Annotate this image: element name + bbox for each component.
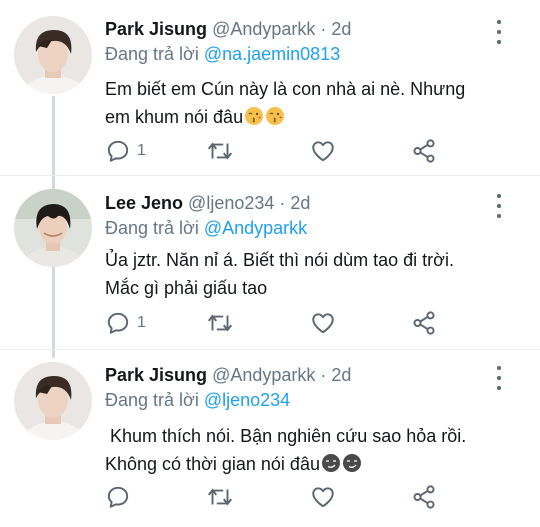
- reply-button[interactable]: 1: [105, 138, 146, 164]
- like-button[interactable]: [310, 138, 336, 164]
- tweet-text: Em biết em Cún này là con nhà ai nè. Như…: [105, 75, 525, 134]
- tweet-text-line: Không có thời gian nói đâu: [105, 454, 320, 474]
- avatar[interactable]: [14, 362, 92, 440]
- tweet-2[interactable]: Lee Jeno @ljeno234 · 2d Đang trả lời @An…: [0, 176, 540, 349]
- kissing-heart-emoji: [265, 106, 285, 134]
- tweet-header: Park Jisung @Andyparkk · 2d: [105, 19, 351, 40]
- display-name[interactable]: Park Jisung: [105, 19, 207, 39]
- heart-icon: [312, 313, 334, 334]
- separator-dot: ·: [274, 193, 291, 213]
- reply-icon: [107, 140, 129, 162]
- user-handle[interactable]: @Andyparkk: [212, 19, 315, 39]
- reply-button[interactable]: 1: [105, 310, 146, 336]
- tweet-header: Lee Jeno @ljeno234 · 2d: [105, 193, 310, 214]
- separator-dot: ·: [315, 365, 332, 385]
- reply-icon: [107, 312, 129, 334]
- more-vertical-icon[interactable]: [490, 194, 508, 218]
- tweet-text: Khum thích nói. Bận nghiên cứu sao hỏa r…: [105, 422, 525, 481]
- more-vertical-icon[interactable]: [490, 20, 508, 44]
- tweet-text: Ủa jztr. Năn nỉ á. Biết thì nói dùm tao …: [105, 246, 525, 302]
- mention-link[interactable]: @ljeno234: [204, 390, 290, 410]
- avatar[interactable]: [14, 16, 92, 94]
- tweet-3[interactable]: Park Jisung @Andyparkk · 2d Đang trả lời…: [0, 350, 540, 527]
- display-name[interactable]: Park Jisung: [105, 365, 207, 385]
- retweet-icon: [207, 488, 233, 506]
- retweet-icon: [207, 142, 233, 160]
- retweet-button[interactable]: [205, 484, 235, 510]
- timestamp[interactable]: 2d: [331, 365, 351, 385]
- display-name[interactable]: Lee Jeno: [105, 193, 183, 213]
- replying-to: Đang trả lời @ljeno234: [105, 390, 290, 411]
- share-button[interactable]: [411, 138, 437, 164]
- tweet-actions: 1: [105, 138, 445, 166]
- user-handle[interactable]: @ljeno234: [188, 193, 274, 213]
- replying-to-label: Đang trả lời: [105, 44, 204, 64]
- reply-icon: [107, 486, 129, 508]
- tweet-text-line: Em biết em Cún này là con nhà ai nè. Như…: [105, 79, 466, 99]
- reply-count: 1: [137, 142, 146, 159]
- reply-button[interactable]: [105, 484, 137, 510]
- replying-to-label: Đang trả lời: [105, 218, 204, 238]
- more-vertical-icon[interactable]: [490, 366, 508, 390]
- heart-icon: [312, 141, 334, 162]
- replying-to-label: Đang trả lời: [105, 390, 204, 410]
- smirk-dark-emoji: [321, 453, 341, 481]
- avatar[interactable]: [14, 189, 92, 267]
- retweet-icon: [207, 314, 233, 332]
- tweet-header: Park Jisung @Andyparkk · 2d: [105, 365, 351, 386]
- kissing-heart-emoji: [244, 106, 264, 134]
- share-icon: [413, 311, 435, 335]
- tweet-text-line: Khum thích nói. Bận nghiên cứu sao hỏa r…: [105, 426, 467, 446]
- like-button[interactable]: [310, 484, 336, 510]
- heart-icon: [312, 487, 334, 508]
- smirk-dark-emoji: [342, 453, 362, 481]
- tweet-actions: [105, 484, 445, 512]
- replying-to: Đang trả lời @Andyparkk: [105, 218, 307, 239]
- share-button[interactable]: [411, 310, 437, 336]
- like-button[interactable]: [310, 310, 336, 336]
- tweet-1[interactable]: Park Jisung @Andyparkk · 2d Đang trả lời…: [0, 0, 540, 175]
- share-icon: [413, 139, 435, 163]
- timestamp[interactable]: 2d: [290, 193, 310, 213]
- timestamp[interactable]: 2d: [331, 19, 351, 39]
- mention-link[interactable]: @na.jaemin0813: [204, 44, 340, 64]
- separator-dot: ·: [315, 19, 332, 39]
- retweet-button[interactable]: [205, 138, 235, 164]
- retweet-button[interactable]: [205, 310, 235, 336]
- tweet-text-line: em khum nói đâu: [105, 107, 244, 127]
- tweet-text-line: Mắc gì phải giấu tao: [105, 278, 268, 298]
- tweet-actions: 1: [105, 310, 445, 338]
- share-icon: [413, 485, 435, 509]
- share-button[interactable]: [411, 484, 437, 510]
- user-handle[interactable]: @Andyparkk: [212, 365, 315, 385]
- mention-link[interactable]: @Andyparkk: [204, 218, 307, 238]
- replying-to: Đang trả lời @na.jaemin0813: [105, 44, 340, 65]
- tweet-text-line: Ủa jztr. Năn nỉ á. Biết thì nói dùm tao …: [105, 250, 454, 270]
- reply-count: 1: [137, 314, 146, 331]
